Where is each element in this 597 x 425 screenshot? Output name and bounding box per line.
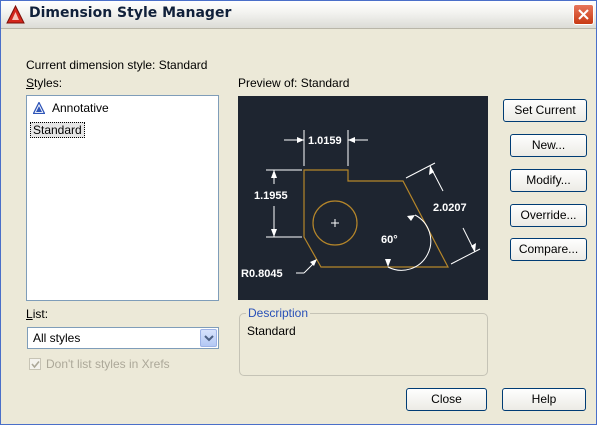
close-icon <box>578 9 589 20</box>
list-item-standard[interactable]: Standard <box>30 122 85 138</box>
override-button[interactable]: Override... <box>510 204 587 227</box>
part-outline <box>303 169 449 268</box>
list-label: List: <box>26 307 48 321</box>
dimension-style-manager-dialog: Dimension Style Manager Current dimensio… <box>0 0 597 425</box>
dim-slant-length: 2.0207 <box>433 202 467 214</box>
set-current-label: Set Current <box>514 103 576 117</box>
dim-angle: 60° <box>381 234 398 246</box>
compare-button[interactable]: Compare... <box>510 238 587 261</box>
autocad-logo-icon <box>6 5 25 24</box>
modify-label: Modify... <box>526 173 571 187</box>
styles-label-hotkey: S <box>26 76 35 90</box>
description-group: Description Standard <box>239 306 488 376</box>
list-label-hotkey: L <box>26 307 33 321</box>
chevron-down-icon <box>204 335 214 342</box>
styles-label: Styles: <box>26 76 62 90</box>
checkmark-icon <box>31 360 40 369</box>
list-filter-value: All styles <box>33 331 81 345</box>
dropdown-arrow-button[interactable] <box>200 329 217 347</box>
list-item-label: Annotative <box>52 101 109 115</box>
description-legend: Description <box>246 306 311 320</box>
close-window-button[interactable] <box>573 4 594 25</box>
style-preview-panel: 1.0159 1.1955 2.0207 60° R0.8045 <box>238 96 488 300</box>
preview-drawing: 1.0159 1.1955 2.0207 60° R0.8045 <box>241 130 481 280</box>
new-label: New... <box>531 138 566 152</box>
list-filter-dropdown[interactable]: All styles <box>27 327 219 349</box>
dim-left-height: 1.1955 <box>254 190 288 202</box>
xref-checkbox-label: Don't list styles in Xrefs <box>46 357 170 371</box>
modify-button[interactable]: Modify... <box>510 169 587 192</box>
dim-radius: R0.8045 <box>241 268 283 280</box>
window-title: Dimension Style Manager <box>29 5 232 21</box>
help-label: Help <box>531 392 557 406</box>
dim-top-width: 1.0159 <box>308 135 342 147</box>
description-text: Standard <box>247 324 296 338</box>
close-label: Close <box>431 392 462 406</box>
set-current-button[interactable]: Set Current <box>503 99 587 122</box>
xref-checkbox[interactable] <box>29 358 41 370</box>
new-button[interactable]: New... <box>510 134 587 157</box>
preview-label: Preview of: Standard <box>238 76 350 90</box>
list-label-rest: ist: <box>32 307 49 321</box>
help-button[interactable]: Help <box>502 388 586 411</box>
styles-label-rest: tyles: <box>34 76 63 90</box>
close-button[interactable]: Close <box>406 388 487 411</box>
annotative-icon <box>33 102 45 114</box>
title-bar[interactable]: Dimension Style Manager <box>1 1 596 29</box>
override-label: Override... <box>520 208 577 222</box>
compare-label: Compare... <box>518 242 579 256</box>
current-style-label: Current dimension style: Standard <box>26 58 208 72</box>
